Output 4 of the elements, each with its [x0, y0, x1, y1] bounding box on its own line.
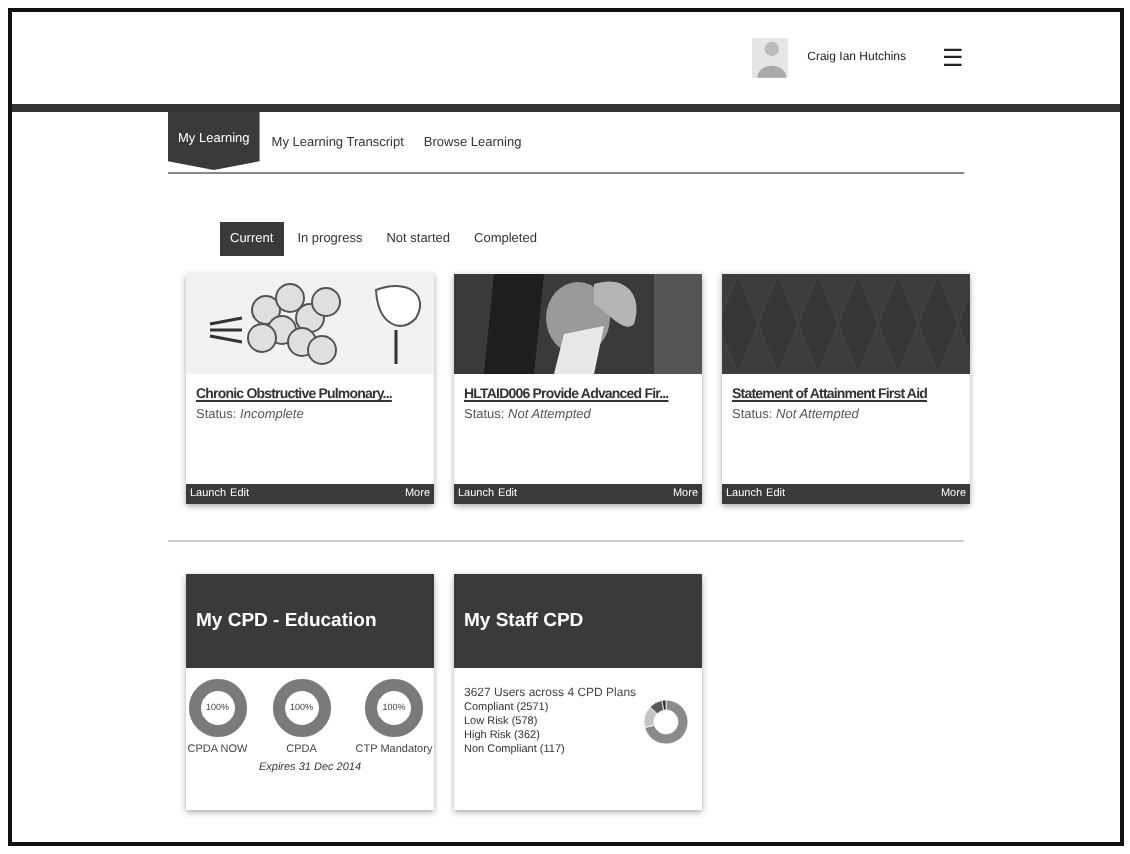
avatar-icon	[751, 36, 788, 80]
card-title: My Staff CPD	[454, 574, 702, 668]
menu-icon[interactable]: ☰	[942, 44, 964, 72]
card-title: My CPD - Education	[186, 574, 434, 668]
